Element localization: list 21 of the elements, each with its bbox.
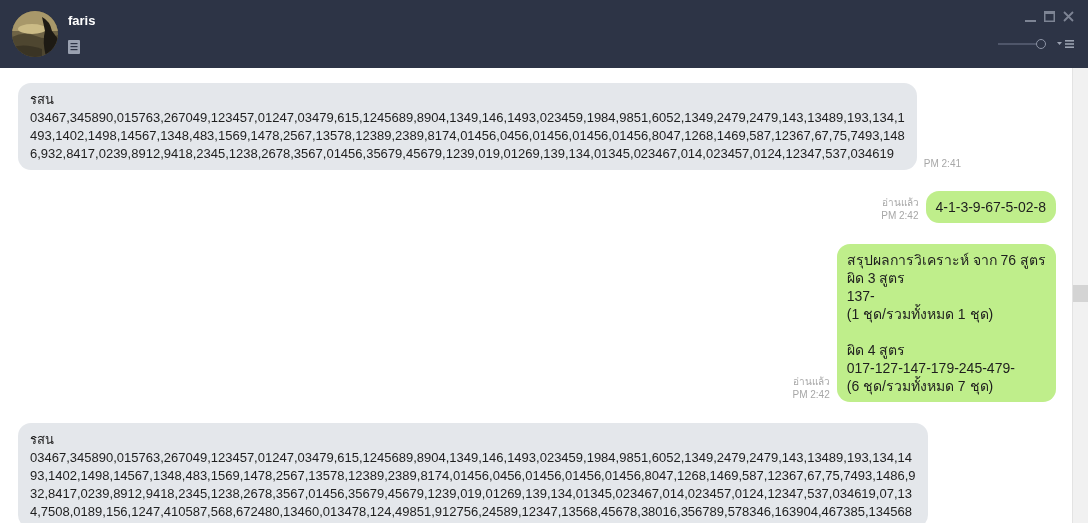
sender-name: รสน — [30, 431, 55, 449]
note-icon[interactable] — [68, 40, 80, 54]
message-time: PM 2:41 — [923, 157, 961, 170]
scrollbar-thumb[interactable] — [1073, 285, 1088, 302]
close-icon[interactable] — [1063, 11, 1074, 22]
sender-name: รสน — [30, 91, 55, 109]
maximize-icon[interactable] — [1044, 11, 1055, 22]
message-text: 03467,345890,015763,267049,123457,01247,03479,615,1245689,8904,1349,146,1493,023459,1984,9851,6052,1349,2479,2479,143,13489,193,134,1 493,1402,1498,14567,1348,483,1569,1478,2567,13578,12389,2389,8174,01456,0456,01456,01456,01456,8047,1268,1469,587,12367,67,75,7493,148 6,932,8417,0239,8912,9418,2345,1238,2678,3567,01456,35679,45679,1239,019,01269,139,134,01345,023467,014,023457,0124,12347,537,034619 — [30, 109, 905, 163]
message-text: สรุปผลการวิเคราะห์ จาก 76 สูตร ผิด 3 สูตร 137- (1 ชุด/รวมทั้งหมด 1 ชุด) — [846, 251, 1046, 323]
message-text: 03467,345890,015763,267049,123457,01247,03479,615,1245689,8904,1349,146,1493,023459,1984,9851,6052,1349,2479,2479,143,13489,193,134,14 93,1402,1498,14567,1348,483,1569,1478,2567,13578,12389,2389,8174,01456,0456,01456,01456,01456,8047,1268,1469,587,12367,67,75,7493,1486,9 32,8417,0239,8912,9418,2345,1238,2678,3567,01456,35679,45679,1239,019,01269,139,134,01345,023467,014,023457,0124,12347,537,034619,07,13 4,7508,0189,156,1247,410587,568,672480,13460,013478,124,49851,912756,24589,12347,13568,45678,38016,356789,578346,163904,467385,134568 — [30, 449, 916, 521]
contact-name: faris — [68, 13, 96, 28]
message-time: PM 2:42 — [881, 209, 919, 222]
read-receipt: อ่านแล้ว — [792, 375, 830, 388]
menu-icon[interactable] — [1065, 40, 1074, 48]
scrollbar[interactable] — [1072, 68, 1088, 523]
slider-thumb[interactable] — [1036, 39, 1047, 49]
message-text: 4-1-3-9-67-5-02-8 — [935, 198, 1046, 216]
read-receipt: อ่านแล้ว — [881, 196, 919, 209]
caret-icon[interactable] — [1057, 42, 1062, 46]
message-time: PM 2:42 — [792, 388, 830, 401]
message-text: ผิด 4 สูตร 017-127-147-179-245-479- (6 ชุด/รวมทั้งหมด 7 ชุด) — [846, 341, 1016, 395]
